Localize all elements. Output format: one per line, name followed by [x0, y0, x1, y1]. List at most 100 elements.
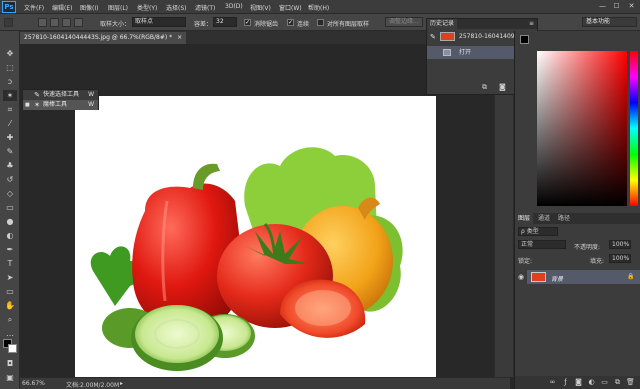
- snapshot-thumbnail: [440, 32, 455, 41]
- menu-layer[interactable]: 图层(L): [108, 3, 128, 12]
- menu-select[interactable]: 选择(S): [166, 3, 187, 12]
- document-tab[interactable]: 257810-160414044443S.jpg @ 66.7%(RGB/8#)…: [20, 32, 187, 44]
- all-layers-checkbox[interactable]: [317, 19, 324, 26]
- eyedropper-tool-icon[interactable]: ⁄: [3, 118, 17, 129]
- maximize-button[interactable]: ☐: [612, 2, 621, 11]
- quick-mask-icon[interactable]: ◘: [3, 358, 17, 369]
- path-selection-icon[interactable]: ➤: [3, 272, 17, 283]
- menu-file[interactable]: 文件(F): [24, 3, 44, 12]
- vegetables-photo: [90, 147, 403, 371]
- history-panel-header: 历史记录 ≡: [427, 19, 537, 29]
- magic-wand-preset-icon[interactable]: [4, 18, 13, 27]
- layers-panel-tabs: 图层 通道 路径: [515, 213, 640, 224]
- new-group-icon[interactable]: ▭: [600, 378, 609, 387]
- history-brush-source-icon[interactable]: ✎: [430, 31, 436, 44]
- options-bar: 取样大小： 取样点 容差： 32 ✓ 消除锯齿 ✓ 连续 对所有图层取样 调整边…: [0, 14, 640, 31]
- marquee-tool-icon[interactable]: ⬚: [3, 62, 17, 73]
- shape-tool-icon[interactable]: ▭: [3, 286, 17, 297]
- minimize-button[interactable]: —: [598, 2, 607, 11]
- color-panel-foreground-swatch[interactable]: [520, 35, 529, 44]
- quick-selection-tool-item[interactable]: ✎ 快速选择工具 W: [23, 90, 98, 100]
- new-document-from-state-icon[interactable]: ⧉: [482, 83, 487, 92]
- tab-channels[interactable]: 通道: [535, 213, 553, 224]
- lasso-tool-icon[interactable]: ↄ: [3, 76, 17, 87]
- close-tab-icon[interactable]: ×: [177, 34, 182, 41]
- zoom-level[interactable]: 66.67%: [22, 380, 45, 387]
- menu-edit[interactable]: 编辑(E): [52, 3, 72, 12]
- tab-history[interactable]: 历史记录: [427, 19, 458, 29]
- new-layer-icon[interactable]: ⧉: [613, 378, 622, 387]
- fill-input[interactable]: 100%: [609, 254, 631, 263]
- zoom-tool-icon[interactable]: ⌕: [3, 314, 17, 325]
- subtract-selection-icon[interactable]: [62, 18, 71, 27]
- type-tool-icon[interactable]: T: [3, 258, 17, 269]
- layer-filter-select[interactable]: ρ 类型: [518, 227, 558, 236]
- screen-mode-icon[interactable]: ▣: [3, 372, 17, 383]
- gradient-tool-icon[interactable]: ▭: [3, 202, 17, 213]
- new-selection-icon[interactable]: [38, 18, 47, 27]
- layer-lock-icon: 🔒: [627, 273, 635, 280]
- sample-size-label: 取样大小：: [100, 21, 131, 28]
- opacity-label: 不透明度:: [574, 244, 601, 251]
- menu-image[interactable]: 图像(I): [80, 3, 98, 12]
- background-color-swatch[interactable]: [8, 344, 17, 353]
- antialias-label: 消除锯齿: [254, 21, 279, 28]
- blur-tool-icon[interactable]: ●: [3, 216, 17, 227]
- new-snapshot-icon[interactable]: ◙: [499, 83, 506, 91]
- refine-edge-button[interactable]: 调整边缘...: [385, 17, 423, 27]
- add-to-selection-icon[interactable]: [50, 18, 59, 27]
- menu-3d[interactable]: 3D(D): [225, 3, 243, 10]
- menu-view[interactable]: 视图(V): [250, 3, 271, 12]
- status-arrow-icon[interactable]: ▸: [120, 380, 123, 387]
- tools-panel: ✥ ⬚ ↄ ✶ ⌗ ⁄ ✚ ✎ ♣ ↺ ◇ ▭ ● ◐ ✒ T ➤ ▭ ✋ ⌕ …: [0, 31, 20, 389]
- dodge-tool-icon[interactable]: ◐: [3, 230, 17, 241]
- magic-wand-tool-item[interactable]: ■ ✶ 魔棒工具 W: [23, 100, 98, 110]
- history-brush-icon[interactable]: ↺: [3, 174, 17, 185]
- add-mask-icon[interactable]: ◙: [574, 378, 583, 387]
- adjustment-layer-icon[interactable]: ◐: [587, 378, 596, 387]
- eraser-tool-icon[interactable]: ◇: [3, 188, 17, 199]
- layer-row-background[interactable]: 背景 🔒: [527, 270, 640, 284]
- pen-tool-icon[interactable]: ✒: [3, 244, 17, 255]
- color-panel: [514, 31, 640, 213]
- contiguous-label: 连续: [297, 21, 310, 28]
- tolerance-input[interactable]: 32: [213, 17, 237, 27]
- panel-menu-icon[interactable]: ≡: [529, 20, 534, 27]
- menu-filter[interactable]: 滤镜(T): [195, 3, 215, 12]
- close-window-button[interactable]: ✕: [627, 2, 636, 11]
- intersect-selection-icon[interactable]: [74, 18, 83, 27]
- move-tool-icon[interactable]: ✥: [3, 48, 17, 59]
- menu-help[interactable]: 帮助(H): [308, 3, 329, 12]
- document-tab-title: 257810-160414044443S.jpg @ 66.7%(RGB/8#)…: [24, 34, 173, 41]
- color-picker-field[interactable]: [537, 51, 627, 206]
- hue-slider[interactable]: [630, 51, 638, 206]
- magic-wand-tool-icon[interactable]: ✶: [3, 90, 17, 101]
- delete-layer-icon[interactable]: 🗑: [626, 378, 635, 387]
- menu-type[interactable]: 类型(Y): [137, 3, 157, 12]
- workspace-select[interactable]: 基本功能: [582, 17, 637, 27]
- opacity-input[interactable]: 100%: [609, 240, 631, 249]
- tolerance-label: 容差：: [194, 21, 213, 28]
- menu-window[interactable]: 窗口(W): [279, 3, 302, 12]
- link-layers-icon[interactable]: ∞: [548, 378, 557, 387]
- selection-tool-flyout: ✎ 快速选择工具 W ■ ✶ 魔棒工具 W: [22, 89, 99, 110]
- extra-tools-icon[interactable]: …: [3, 328, 17, 339]
- contiguous-checkbox[interactable]: ✓: [287, 19, 294, 26]
- blend-mode-select[interactable]: 正常: [518, 240, 566, 249]
- layer-style-icon[interactable]: ƒ: [561, 378, 570, 387]
- brush-tool-icon[interactable]: ✎: [3, 146, 17, 157]
- crop-tool-icon[interactable]: ⌗: [3, 104, 17, 115]
- document-canvas[interactable]: [75, 96, 436, 378]
- clone-stamp-icon[interactable]: ♣: [3, 160, 17, 171]
- document-info: 文档:2.00M/2.00M: [66, 382, 120, 389]
- sample-size-select[interactable]: 取样点: [132, 17, 186, 27]
- layers-panel-footer: ∞ ƒ ◙ ◐ ▭ ⧉ 🗑: [515, 376, 640, 389]
- antialias-checkbox[interactable]: ✓: [244, 19, 251, 26]
- healing-brush-icon[interactable]: ✚: [3, 132, 17, 143]
- layers-panel: 图层 通道 路径 ρ 类型 正常 不透明度: 100% 锁定: 填充: 100%…: [514, 213, 640, 389]
- tab-paths[interactable]: 路径: [555, 213, 573, 224]
- layer-visibility-eye-icon[interactable]: ◉: [518, 273, 524, 281]
- hand-tool-icon[interactable]: ✋: [3, 300, 17, 311]
- tab-layers[interactable]: 图层: [515, 213, 534, 224]
- magic-wand-shortcut: W: [88, 101, 94, 108]
